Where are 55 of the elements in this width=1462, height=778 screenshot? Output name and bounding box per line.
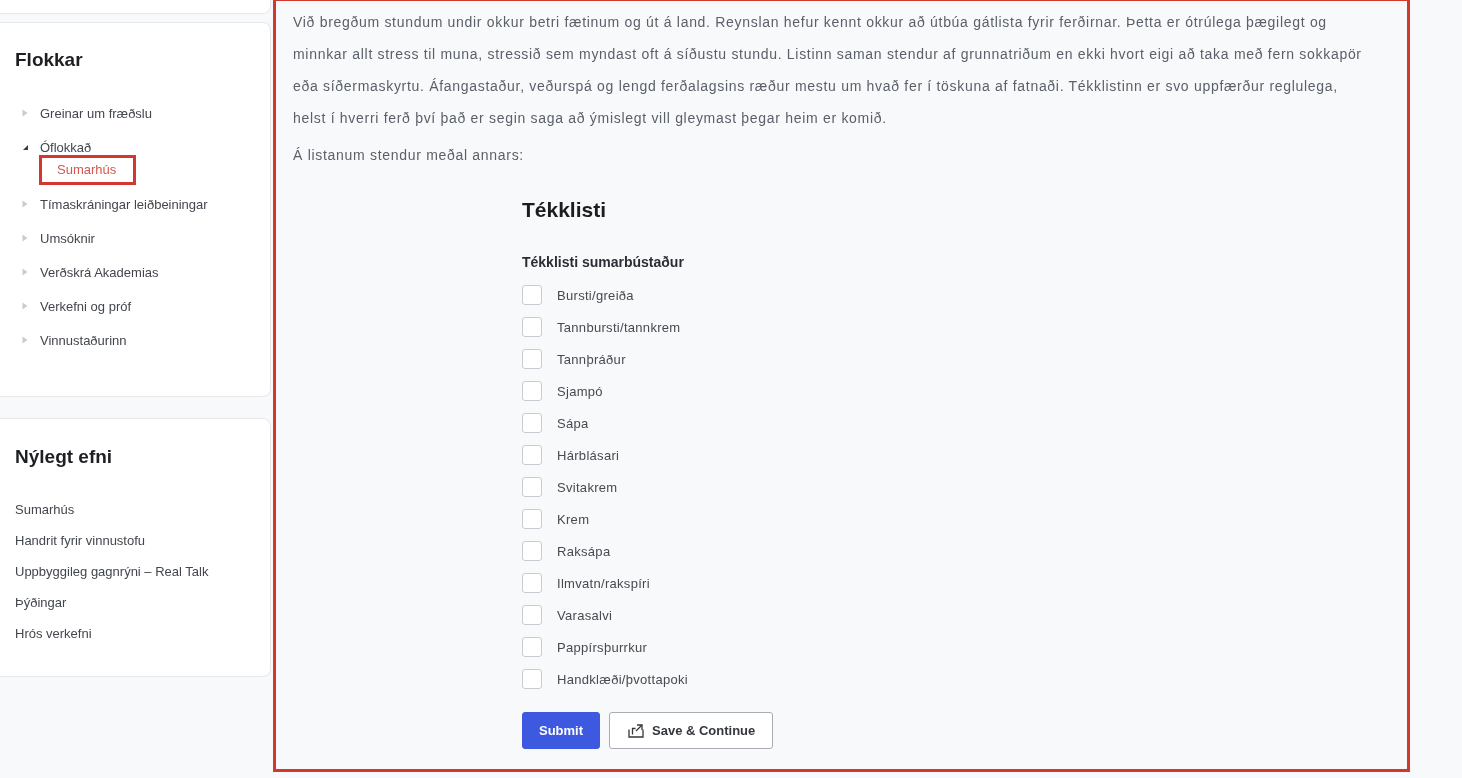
caret-right-icon[interactable] xyxy=(22,302,28,310)
checkbox-label: Tannbursti/tannkrem xyxy=(557,319,681,335)
caret-right-icon[interactable] xyxy=(22,109,28,117)
recent-link[interactable]: Uppbyggileg gagnrýni – Real Talk xyxy=(15,555,209,587)
checkbox-label: Pappírsþurrkur xyxy=(557,639,648,655)
caret-right-icon[interactable] xyxy=(22,200,28,208)
category-link[interactable]: Tímaskráningar leiðbeiningar xyxy=(40,192,208,216)
checkbox[interactable] xyxy=(522,541,542,561)
checkbox[interactable] xyxy=(522,669,542,689)
recent-title: Nýlegt efni xyxy=(15,445,113,469)
checkbox[interactable] xyxy=(522,349,542,369)
caret-right-icon[interactable] xyxy=(22,336,28,344)
categories-title: Flokkar xyxy=(15,48,83,72)
category-link[interactable]: Verkefni og próf xyxy=(40,294,132,318)
category-link[interactable]: Umsóknir xyxy=(40,226,95,250)
checkbox-label: Raksápa xyxy=(557,543,611,559)
save-continue-button[interactable]: Save & Continue xyxy=(609,712,773,749)
checkbox[interactable] xyxy=(522,573,542,593)
category-link[interactable]: Sumarhús xyxy=(57,161,117,179)
group-label: Tékklisti sumarbústaður xyxy=(522,254,684,270)
recent-link[interactable]: Þýðingar xyxy=(15,586,67,618)
checkbox[interactable] xyxy=(522,637,542,657)
checkbox[interactable] xyxy=(522,477,542,497)
checkbox-label: Svitakrem xyxy=(557,479,618,495)
checkbox[interactable] xyxy=(522,285,542,305)
checkbox-label: Tannþráður xyxy=(557,351,626,367)
checklist-title: Tékklisti xyxy=(522,197,607,223)
category-link[interactable]: Verðskrá Akademias xyxy=(40,260,159,284)
checkbox[interactable] xyxy=(522,381,542,401)
checkbox-label: Ilmvatn/rakspíri xyxy=(557,575,650,591)
checkbox-label: Sápa xyxy=(557,415,589,431)
caret-right-icon[interactable] xyxy=(22,268,28,276)
submit-button[interactable]: Submit xyxy=(522,712,600,749)
checkbox-label: Sjampó xyxy=(557,383,603,399)
checkbox[interactable] xyxy=(522,445,542,465)
body-paragraph: Á listanum stendur meðal annars: xyxy=(293,146,525,165)
caret-down-icon[interactable] xyxy=(22,143,28,151)
checkbox-label: Krem xyxy=(557,511,590,527)
tray-arrow-icon xyxy=(628,723,644,738)
checkbox-label: Varasalvi xyxy=(557,607,613,623)
recent-link[interactable]: Hrós verkefni xyxy=(15,617,92,649)
category-link[interactable]: Óflokkað xyxy=(40,135,92,159)
recent-link[interactable]: Handrit fyrir vinnustofu xyxy=(15,524,146,556)
category-link[interactable]: Vinnustaðurinn xyxy=(40,328,127,352)
checkbox[interactable] xyxy=(522,317,542,337)
recent-link[interactable]: Sumarhús xyxy=(15,493,75,525)
checkbox[interactable] xyxy=(522,509,542,529)
checkbox-label: Handklæði/þvottapoki xyxy=(557,671,689,687)
checkbox[interactable] xyxy=(522,605,542,625)
checkbox-label: Bursti/greiða xyxy=(557,287,634,303)
body-paragraph: Við bregðum stundum undir okkur betri fætinum og út á land. Reynslan hefur kennt okkur að útbúa gátlista fyrir ferðirnar. Þetta er ótrúlega þægilegt og minnkar allt stress til muna, stressið sem myndast oft á síðustu stundu. Listinn saman stendur af grunnatriðum en ekki hvort eigi að taka með fern sokkapör eða síðermaskyrtu. Áfangastaður, veðurspá og lengd ferðalagsins ræður mestu um hvað fer í töskuna af fatnaði. Tékklistinn er svo uppfærður reglulega, helst í hverri ferð því það er segin saga að ýmislegt vill gleymast þegar heim er komið. xyxy=(293,13,1363,128)
category-link[interactable]: Greinar um fræðslu xyxy=(40,101,152,125)
checkbox-label: Hárblásari xyxy=(557,447,620,463)
checkbox[interactable] xyxy=(522,413,542,433)
caret-right-icon[interactable] xyxy=(22,234,28,242)
